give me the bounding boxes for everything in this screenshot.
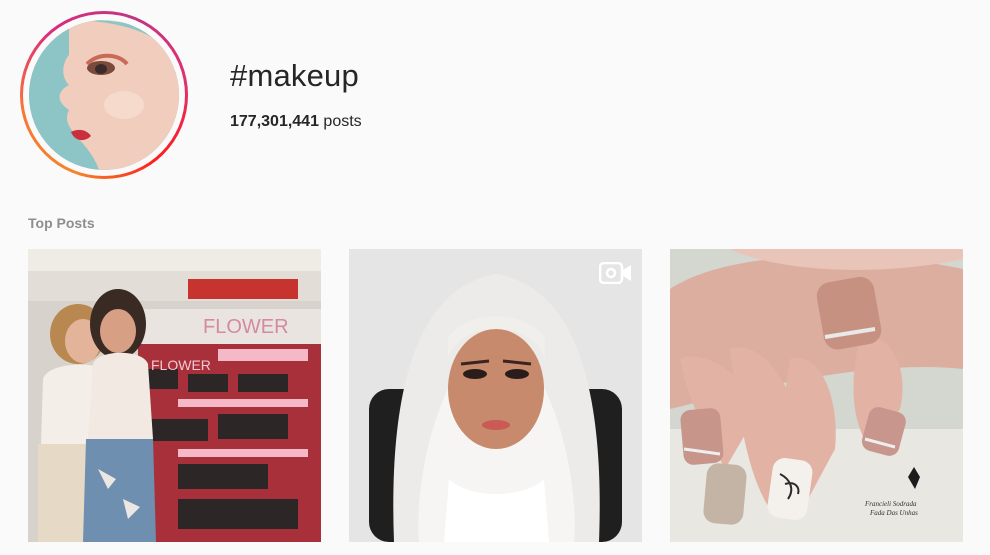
watermark-line-2: Fada Das Unhas (869, 509, 918, 517)
post-2-image (349, 249, 642, 542)
top-post-3[interactable]: Francieli Sodrada Fada Das Unhas (670, 249, 963, 542)
hashtag-page: #makeup 177,301,441 posts Top Posts FLOW… (0, 0, 990, 555)
hashtag-title: #makeup (230, 58, 359, 93)
store-sign-text: FLOWER (203, 316, 289, 338)
video-camera-icon (599, 262, 632, 284)
post-count: 177,301,441 posts (230, 113, 362, 131)
hashtag-avatar-ring[interactable] (20, 11, 188, 179)
hashtag-avatar (29, 20, 179, 170)
post-count-number: 177,301,441 (230, 113, 319, 130)
post-3-image: Francieli Sodrada Fada Das Unhas (670, 249, 963, 542)
top-posts-label: Top Posts (28, 215, 95, 231)
top-post-1[interactable]: FLOWER FLOWER (28, 249, 321, 542)
post-count-suffix: posts (318, 113, 362, 130)
post-1-image: FLOWER FLOWER (28, 249, 321, 542)
watermark-line-1: Francieli Sodrada (864, 500, 917, 508)
store-sign-text-2: FLOWER (151, 357, 211, 373)
top-post-2[interactable] (349, 249, 642, 542)
